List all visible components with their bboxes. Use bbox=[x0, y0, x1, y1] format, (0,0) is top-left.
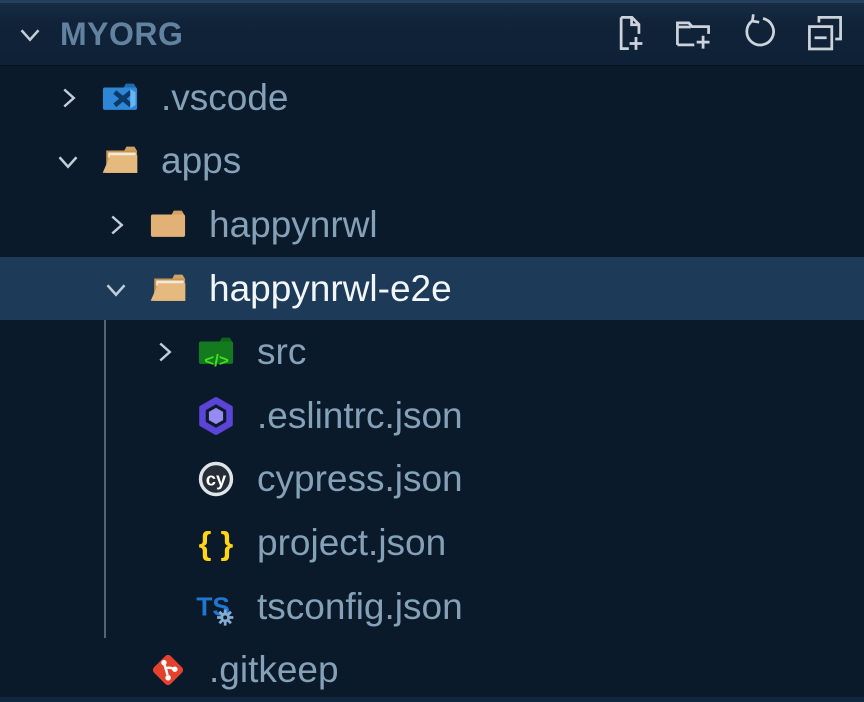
header-actions bbox=[604, 11, 848, 57]
typescript-icon: TS bbox=[195, 586, 237, 628]
item-label: apps bbox=[161, 140, 241, 182]
tree-item-gitkeep[interactable]: .gitkeep bbox=[0, 638, 864, 702]
tree-item-tsconfig-json[interactable]: TS tsconfig.json bbox=[0, 575, 864, 639]
chevron-placeholder bbox=[141, 393, 187, 439]
new-folder-icon bbox=[671, 11, 715, 58]
chevron-down-icon[interactable] bbox=[12, 16, 48, 52]
new-folder-button[interactable] bbox=[670, 11, 716, 57]
refresh-icon bbox=[737, 11, 781, 58]
chevron-down-icon[interactable] bbox=[45, 138, 91, 184]
svg-text:{ }: { } bbox=[199, 525, 234, 562]
item-label: happynrwl-e2e bbox=[209, 268, 452, 310]
src-folder-icon: </> bbox=[195, 331, 237, 373]
chevron-placeholder bbox=[141, 584, 187, 630]
chevron-right-icon[interactable] bbox=[93, 202, 139, 248]
json-braces-icon: { } bbox=[195, 522, 237, 564]
item-label: project.json bbox=[257, 522, 446, 564]
explorer-panel: MYORG .vscode apps happynrwl happynrwl-e… bbox=[0, 0, 864, 702]
folder-open-icon bbox=[147, 268, 189, 310]
chevron-placeholder bbox=[93, 647, 139, 693]
folder-closed-icon bbox=[147, 204, 189, 246]
file-tree: .vscode apps happynrwl happynrwl-e2e </>… bbox=[0, 66, 864, 702]
tree-item-cypress-json[interactable]: cy cypress.json bbox=[0, 448, 864, 512]
new-file-button[interactable] bbox=[604, 11, 650, 57]
refresh-button[interactable] bbox=[736, 11, 782, 57]
chevron-right-icon[interactable] bbox=[45, 75, 91, 121]
tree-item-src[interactable]: </> src bbox=[0, 320, 864, 384]
item-label: happynrwl bbox=[209, 204, 378, 246]
tree-item-vscode[interactable]: .vscode bbox=[0, 66, 864, 130]
item-label: .eslintrc.json bbox=[257, 395, 463, 437]
git-icon bbox=[147, 649, 189, 691]
item-label: .vscode bbox=[161, 77, 289, 119]
svg-text:</>: </> bbox=[204, 351, 229, 370]
tree-item-happynrwl[interactable]: happynrwl bbox=[0, 193, 864, 257]
tree-item-happynrwl-e2e[interactable]: happynrwl-e2e bbox=[0, 257, 864, 321]
svg-text:cy: cy bbox=[206, 469, 227, 490]
folder-open-icon bbox=[99, 140, 141, 182]
new-file-icon bbox=[605, 11, 649, 58]
vscode-folder-icon bbox=[99, 77, 141, 119]
collapse-all-button[interactable] bbox=[802, 11, 848, 57]
item-label: src bbox=[257, 331, 306, 373]
tree-item-eslintrc-json[interactable]: .eslintrc.json bbox=[0, 384, 864, 448]
tree-item-project-json[interactable]: { } project.json bbox=[0, 511, 864, 575]
chevron-placeholder bbox=[141, 456, 187, 502]
section-title: MYORG bbox=[60, 16, 604, 53]
chevron-down-icon[interactable] bbox=[93, 266, 139, 312]
item-label: cypress.json bbox=[257, 458, 463, 500]
item-label: tsconfig.json bbox=[257, 586, 463, 628]
collapse-all-icon bbox=[803, 11, 847, 58]
chevron-placeholder bbox=[141, 520, 187, 566]
item-label: .gitkeep bbox=[209, 649, 339, 691]
eslint-icon bbox=[195, 395, 237, 437]
explorer-section-header[interactable]: MYORG bbox=[0, 0, 864, 66]
chevron-right-icon[interactable] bbox=[141, 329, 187, 375]
tree-item-apps[interactable]: apps bbox=[0, 130, 864, 194]
cypress-icon: cy bbox=[195, 458, 237, 500]
